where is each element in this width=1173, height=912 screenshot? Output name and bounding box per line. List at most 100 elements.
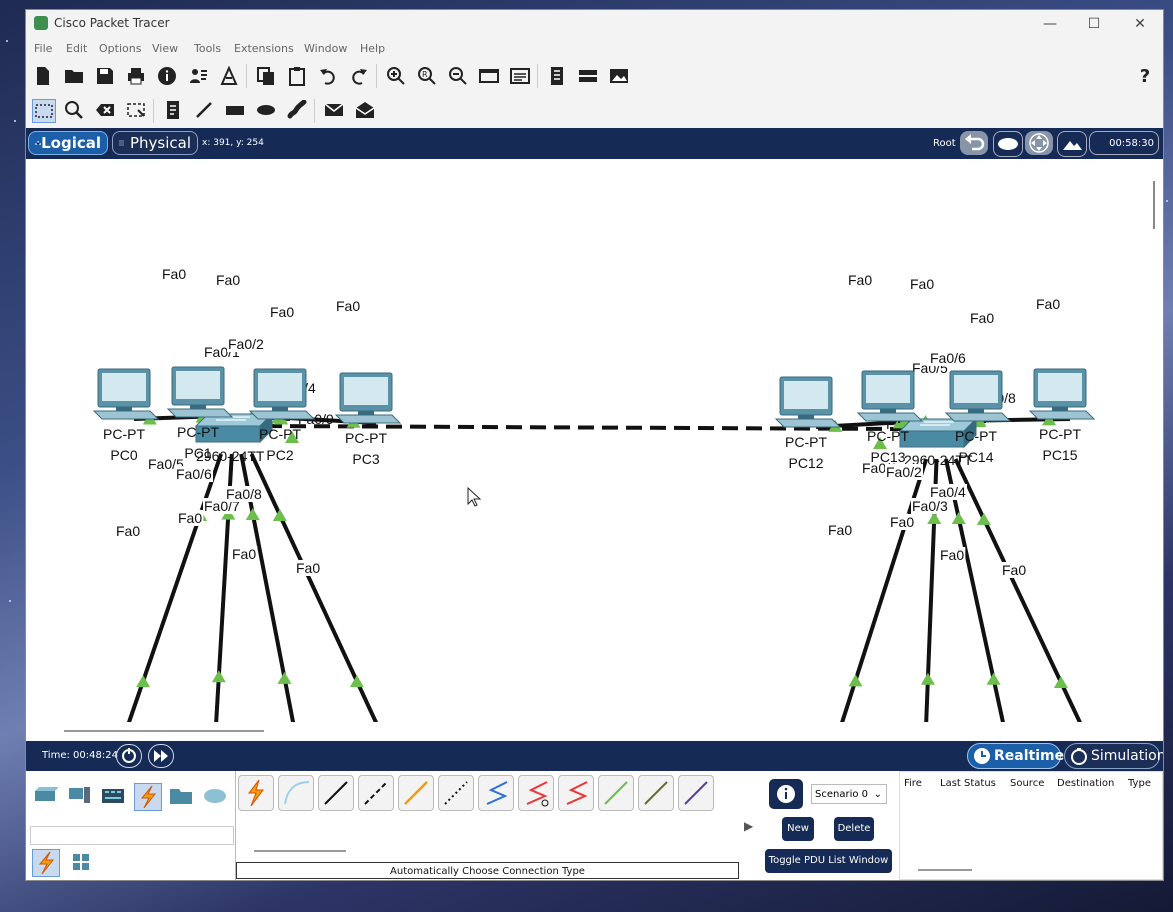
new-file-icon[interactable] — [32, 65, 54, 87]
activity-wizard-icon[interactable] — [187, 65, 209, 87]
horizontal-scrollbar[interactable] — [26, 722, 1147, 742]
octal-cable-icon[interactable] — [598, 775, 634, 811]
pc-link-status-icon — [1053, 676, 1068, 689]
pc-pc14[interactable]: PC-PT PC14 — [944, 370, 1012, 465]
pdu-scroll-thumb[interactable] — [918, 869, 972, 871]
save-icon[interactable] — [94, 65, 116, 87]
delete-scenario-button[interactable]: Delete — [834, 817, 874, 841]
print-icon[interactable] — [125, 65, 147, 87]
physical-mode-button[interactable]: Physical — [112, 131, 198, 155]
coaxial-cable-icon[interactable] — [478, 775, 514, 811]
zoom-reset-icon[interactable]: R — [416, 65, 438, 87]
connections-icon[interactable] — [134, 783, 162, 811]
resize-tool-icon[interactable] — [125, 99, 147, 121]
freeform-icon[interactable] — [286, 99, 308, 121]
select-tool-icon[interactable] — [32, 99, 56, 123]
draw-line-icon[interactable] — [193, 99, 215, 121]
physical-icon — [119, 140, 124, 146]
fiber-cable-icon[interactable] — [398, 775, 434, 811]
crossover-cable-icon[interactable] — [358, 775, 394, 811]
logical-workspace[interactable]: Fa0/9Fa0/92960-24TT2960-24TTFa0/1Fa0/2Fa… — [26, 159, 1147, 722]
new-scenario-button[interactable]: New — [782, 817, 814, 841]
power-cycle-icon[interactable] — [116, 744, 142, 768]
pc-pc0[interactable]: PC-PT PC0 — [92, 368, 160, 463]
logical-mode-button[interactable]: Logical — [28, 131, 108, 155]
multiuser-connection-icon[interactable] — [202, 783, 228, 809]
menu-edit[interactable]: Edit — [66, 42, 87, 55]
app-icon — [34, 16, 48, 30]
horizontal-scroll-thumb[interactable] — [64, 730, 264, 732]
cluster-cloud-icon[interactable] — [993, 131, 1023, 157]
expand-arrow-icon[interactable]: ▶ — [744, 819, 753, 833]
scenario-select[interactable]: Scenario 0 ⌄ — [811, 784, 887, 804]
background-image-icon[interactable] — [1057, 131, 1087, 157]
pc-port-label: Fa0 — [232, 546, 256, 562]
simulation-time-bar: Time: 00:48:24 Realtime Simulation — [26, 741, 1163, 771]
delete-tool-icon[interactable] — [94, 99, 116, 121]
fast-forward-icon[interactable] — [148, 744, 174, 768]
move-object-icon[interactable] — [1025, 131, 1053, 155]
network-devices-icon[interactable] — [32, 783, 59, 809]
menu-window[interactable]: Window — [304, 42, 347, 55]
draw-ellipse-icon[interactable] — [255, 99, 277, 121]
auto-connection-icon[interactable] — [238, 775, 274, 811]
close-button[interactable]: ✕ — [1120, 14, 1160, 34]
phone-cable-icon[interactable] — [438, 775, 474, 811]
add-simple-pdu-icon[interactable] — [323, 99, 345, 121]
inspect-tool-icon[interactable] — [63, 99, 85, 121]
custom-device-icon[interactable] — [218, 65, 240, 87]
help-icon[interactable]: ? — [1134, 65, 1156, 87]
vertical-scrollbar[interactable] — [1147, 159, 1163, 722]
vertical-scroll-thumb[interactable] — [1153, 181, 1155, 229]
menu-view[interactable]: View — [152, 42, 178, 55]
scenario-info-icon[interactable] — [769, 779, 803, 809]
paste-icon[interactable] — [286, 65, 308, 87]
zoom-in-icon[interactable] — [385, 65, 407, 87]
grid-view-icon[interactable] — [70, 851, 96, 877]
connections-scroll-thumb[interactable] — [254, 850, 346, 852]
draw-rectangle-icon[interactable] — [224, 99, 246, 121]
pc-pc1[interactable]: PC-PT PC1 — [166, 366, 234, 461]
undo-icon[interactable] — [317, 65, 339, 87]
copy-icon[interactable] — [255, 65, 277, 87]
zoom-out-icon[interactable] — [447, 65, 469, 87]
straight-through-cable-icon[interactable] — [318, 775, 354, 811]
device-search-field[interactable] — [30, 826, 234, 845]
components-icon[interactable] — [100, 783, 126, 809]
menu-file[interactable]: File — [34, 42, 52, 55]
menu-extensions[interactable]: Extensions — [234, 42, 294, 55]
toggle-pdu-list-button[interactable]: Toggle PDU List Window — [765, 849, 892, 873]
network-info-icon[interactable] — [577, 65, 599, 87]
realtime-mode-button[interactable]: Realtime — [967, 743, 1064, 769]
custom-devices-dialog-icon[interactable] — [509, 65, 531, 87]
usb-cable-icon[interactable] — [678, 775, 714, 811]
serial-dte-cable-icon[interactable] — [558, 775, 594, 811]
menu-help[interactable]: Help — [360, 42, 385, 55]
serial-dce-cable-icon[interactable] — [518, 775, 554, 811]
pc-pc15[interactable]: PC-PT PC15 — [1028, 368, 1096, 463]
toolbar-divider — [246, 64, 247, 88]
minimize-button[interactable]: — — [1030, 14, 1070, 34]
open-folder-icon[interactable] — [63, 65, 85, 87]
add-complex-pdu-icon[interactable] — [354, 99, 376, 121]
pc-type-label: PC-PT — [867, 428, 909, 444]
menu-tools[interactable]: Tools — [194, 42, 221, 55]
console-cable-icon[interactable] — [278, 775, 314, 811]
iot-custom-cable-icon[interactable] — [638, 775, 674, 811]
maximize-button[interactable]: ☐ — [1074, 14, 1114, 34]
info-icon[interactable] — [156, 65, 178, 87]
clipboard-list-icon[interactable] — [546, 65, 568, 87]
picture-icon[interactable] — [608, 65, 630, 87]
place-note-icon[interactable] — [162, 99, 184, 121]
pc-pc13[interactable]: PC-PT PC13 — [856, 370, 924, 465]
back-icon[interactable] — [960, 131, 988, 155]
drawing-palette-icon[interactable] — [478, 65, 500, 87]
end-devices-icon[interactable] — [66, 783, 92, 809]
connections-subtype-icon[interactable] — [32, 849, 60, 877]
menu-options[interactable]: Options — [99, 42, 141, 55]
miscellaneous-icon[interactable] — [168, 783, 194, 809]
pc-pc3[interactable]: PC-PT PC3 — [334, 372, 402, 467]
redo-icon[interactable] — [348, 65, 370, 87]
pc-pc12[interactable]: PC-PT PC12 — [774, 376, 842, 471]
simulation-mode-button[interactable]: Simulation — [1064, 743, 1163, 769]
